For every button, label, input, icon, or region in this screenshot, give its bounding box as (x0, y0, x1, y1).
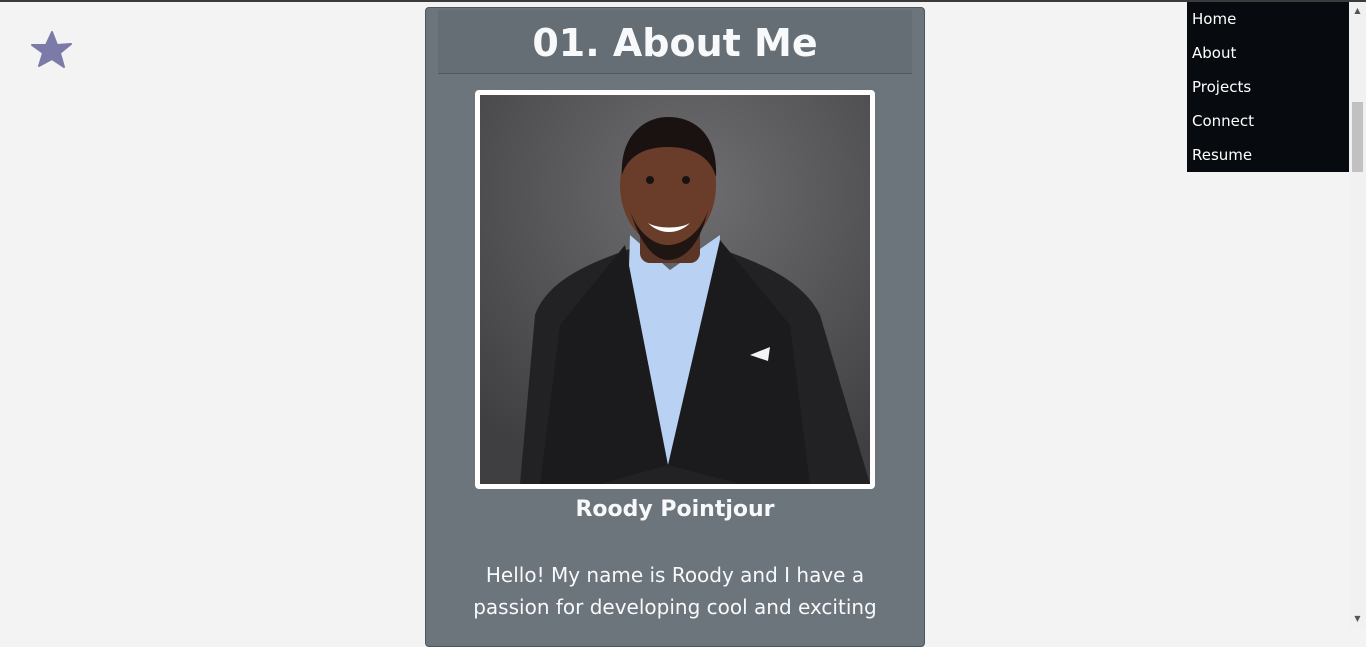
nav-menu: Home About Projects Connect Resume (1187, 2, 1349, 172)
nav-item-projects[interactable]: Projects (1187, 70, 1349, 104)
about-card-header: 01. About Me (438, 10, 912, 74)
profile-name: Roody Pointjour (575, 497, 775, 522)
nav-item-about[interactable]: About (1187, 36, 1349, 70)
window-top-border (0, 0, 1366, 2)
nav-item-resume[interactable]: Resume (1187, 138, 1349, 172)
nav-item-connect[interactable]: Connect (1187, 104, 1349, 138)
scrollbar-thumb[interactable] (1352, 102, 1363, 172)
chevron-down-icon[interactable]: ▼ (1349, 610, 1366, 627)
profile-bio: Hello! My name is Roody and I have a pas… (473, 563, 877, 619)
nav-item-home[interactable]: Home (1187, 2, 1349, 36)
vertical-scrollbar[interactable]: ▲ ▼ (1349, 2, 1366, 627)
profile-photo (475, 90, 875, 489)
about-card: 01. About Me Roody Pointjour Hello! My n… (425, 7, 925, 647)
about-title: 01. About Me (532, 21, 818, 65)
chevron-up-icon[interactable]: ▲ (1349, 2, 1366, 19)
star-logo-icon[interactable] (30, 30, 72, 70)
